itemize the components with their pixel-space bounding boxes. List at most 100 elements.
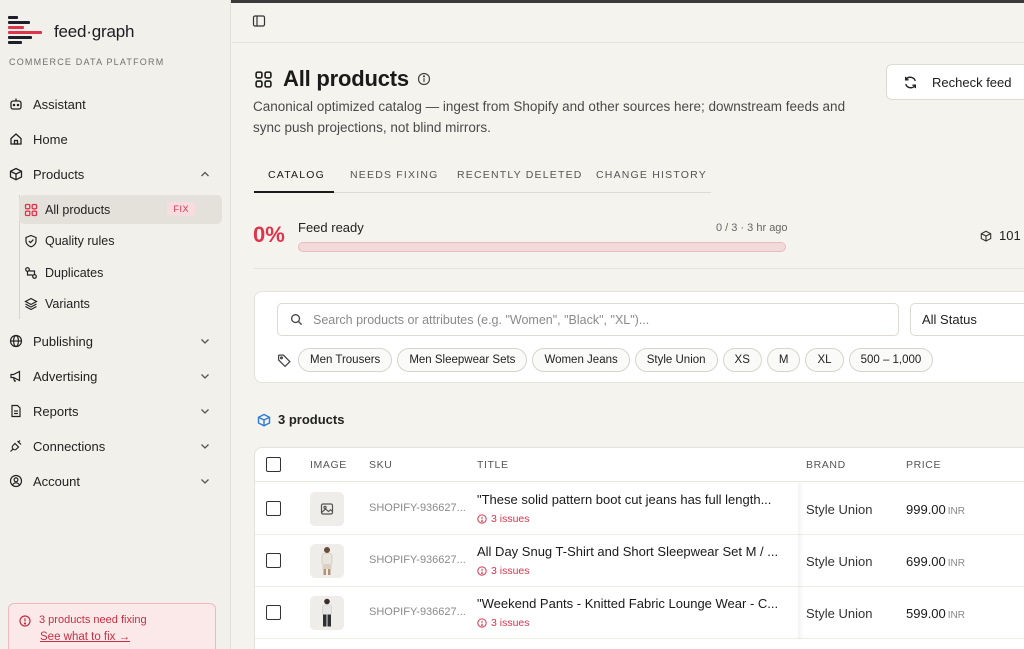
sidebar-toggle-icon[interactable] — [252, 14, 266, 33]
column-header-price[interactable]: PRICE — [906, 459, 941, 471]
price-value: 999.00 — [906, 502, 946, 517]
chevron-down-icon — [201, 479, 209, 484]
product-price: 599.00 INR — [906, 606, 965, 621]
feed-ready-label: Feed ready — [298, 220, 364, 235]
row-checkbox[interactable] — [266, 501, 281, 516]
sidebar-item-assistant[interactable]: Assistant — [8, 89, 222, 119]
tab-needs-fixing[interactable]: NEEDS FIXING — [350, 169, 439, 181]
alert-circle-icon — [19, 615, 31, 627]
filter-chip[interactable]: Women Jeans — [532, 348, 630, 372]
column-shadow — [798, 483, 804, 535]
filter-chip[interactable]: XS — [722, 348, 762, 372]
sidebar-item-label: Advertising — [33, 368, 98, 384]
shield-check-icon — [24, 234, 38, 248]
sidebar-item-reports[interactable]: Reports — [8, 396, 222, 426]
sidebar-item-all-products[interactable]: All products FIX — [19, 195, 222, 224]
filter-chip[interactable]: M — [766, 348, 801, 372]
filter-chip[interactable]: Men Trousers — [298, 348, 393, 372]
product-total-count: 101 — [980, 228, 1021, 243]
fix-badge: FIX — [167, 202, 195, 216]
tab-recently-deleted[interactable]: RECENTLY DELETED — [457, 169, 583, 181]
feed-ready-meta: 0 / 3 · 3 hr ago — [716, 222, 788, 234]
sidebar-item-label: Connections — [33, 438, 106, 454]
row-checkbox[interactable] — [266, 605, 281, 620]
feed-ready-percent: 0% — [253, 222, 285, 247]
sidebar-item-advertising[interactable]: Advertising — [8, 361, 222, 391]
product-brand: Style Union — [806, 502, 873, 517]
sidebar-item-label: Quality rules — [45, 233, 115, 248]
price-currency: INR — [947, 610, 965, 621]
chevron-down-icon — [201, 409, 209, 414]
product-count-label: 3 products — [278, 412, 345, 427]
logo-mark-icon — [8, 16, 44, 48]
product-sku: SHOPIFY-936627... — [369, 554, 466, 566]
product-issues[interactable]: 3 issues — [477, 565, 530, 577]
select-all-checkbox[interactable] — [266, 457, 281, 472]
column-header-title[interactable]: TITLE — [477, 459, 509, 471]
product-title[interactable]: All Day Snug T-Shirt and Short Sleepwear… — [477, 544, 795, 559]
header-divider — [232, 42, 1024, 43]
sidebar-item-label: Products — [33, 166, 85, 182]
filter-chip[interactable]: Style Union — [634, 348, 718, 372]
sidebar-item-duplicates[interactable]: Duplicates — [19, 258, 222, 287]
info-icon[interactable] — [417, 72, 431, 86]
sidebar-item-publishing[interactable]: Publishing — [8, 326, 222, 356]
cube-icon — [257, 413, 271, 427]
recheck-feed-label: Recheck feed — [932, 74, 1012, 90]
product-issues[interactable]: 3 issues — [477, 513, 530, 525]
sidebar-item-connections[interactable]: Connections — [8, 431, 222, 461]
filter-chip[interactable]: Men Sleepwear Sets — [397, 348, 528, 372]
megaphone-icon — [8, 368, 24, 384]
sidebar-item-account[interactable]: Account — [8, 466, 222, 496]
alert-circle-icon — [477, 514, 487, 524]
product-issues[interactable]: 3 issues — [477, 617, 530, 629]
tab-bar: CATALOG NEEDS FIXING RECENTLY DELETED CH… — [254, 163, 711, 193]
page-title: All products — [283, 66, 409, 91]
page-header: All products — [254, 66, 431, 92]
sidebar: feed·graph COMMERCE DATA PLATFORM Assist… — [0, 0, 231, 649]
logo[interactable]: feed·graph — [8, 16, 134, 48]
tab-change-history[interactable]: CHANGE HISTORY — [596, 169, 707, 181]
column-header-sku[interactable]: SKU — [369, 459, 392, 471]
row-checkbox[interactable] — [266, 553, 281, 568]
sidebar-item-label: Duplicates — [45, 265, 104, 280]
product-table: IMAGE SKU TITLE BRAND PRICE SHOPIFY-9366… — [254, 447, 1024, 649]
search-input[interactable] — [313, 312, 873, 327]
product-title[interactable]: "Weekend Pants - Knitted Fabric Lounge W… — [477, 596, 795, 611]
status-select[interactable]: All Status — [910, 303, 1024, 336]
filter-panel: All Status Men Trousers Men Sleepwear Se… — [254, 291, 1024, 383]
filter-chip[interactable]: 500 – 1,000 — [848, 348, 934, 372]
column-shadow — [798, 535, 804, 587]
chevron-up-icon — [201, 171, 209, 177]
tab-catalog[interactable]: CATALOG — [268, 169, 325, 181]
product-issues-label: 3 issues — [491, 565, 530, 577]
see-what-to-fix-link[interactable]: See what to fix → — [40, 631, 130, 643]
model-photo-icon — [321, 547, 333, 575]
page-description: Canonical optimized catalog — ingest fro… — [253, 99, 846, 135]
filter-chips: Men Trousers Men Sleepwear Sets Women Je… — [277, 348, 938, 372]
sidebar-item-variants[interactable]: Variants — [19, 289, 222, 318]
table-row[interactable]: SHOPIFY-936627... "Weekend Pants - Knitt… — [255, 587, 1024, 639]
product-total-value: 101 — [999, 228, 1021, 243]
column-header-brand[interactable]: BRAND — [806, 459, 846, 471]
brand-name: feed·graph — [54, 22, 135, 41]
table-row[interactable]: SHOPIFY-936627... All Day Snug T-Shirt a… — [255, 535, 1024, 587]
sidebar-item-label: Reports — [33, 403, 79, 419]
user-circle-icon — [8, 473, 24, 489]
product-title[interactable]: "These solid pattern boot cut jeans has … — [477, 492, 795, 507]
sidebar-item-products[interactable]: Products — [8, 159, 222, 189]
table-row[interactable]: SHOPIFY-936627... "These solid pattern b… — [255, 483, 1024, 535]
sidebar-item-label: All products — [45, 202, 111, 217]
cube-icon — [980, 230, 992, 242]
sidebar-item-quality-rules[interactable]: Quality rules — [19, 226, 222, 255]
recheck-feed-button[interactable]: Recheck feed — [886, 64, 1024, 100]
price-value: 699.00 — [906, 554, 946, 569]
image-placeholder-icon — [310, 492, 344, 526]
column-shadow — [798, 587, 804, 639]
filter-chip[interactable]: XL — [805, 348, 844, 372]
search-box[interactable] — [277, 303, 899, 336]
search-icon — [291, 314, 303, 326]
alert-circle-icon — [477, 566, 487, 576]
sidebar-item-home[interactable]: Home — [8, 124, 222, 154]
main-content: All products Canonical optimized catalog… — [232, 0, 1024, 649]
